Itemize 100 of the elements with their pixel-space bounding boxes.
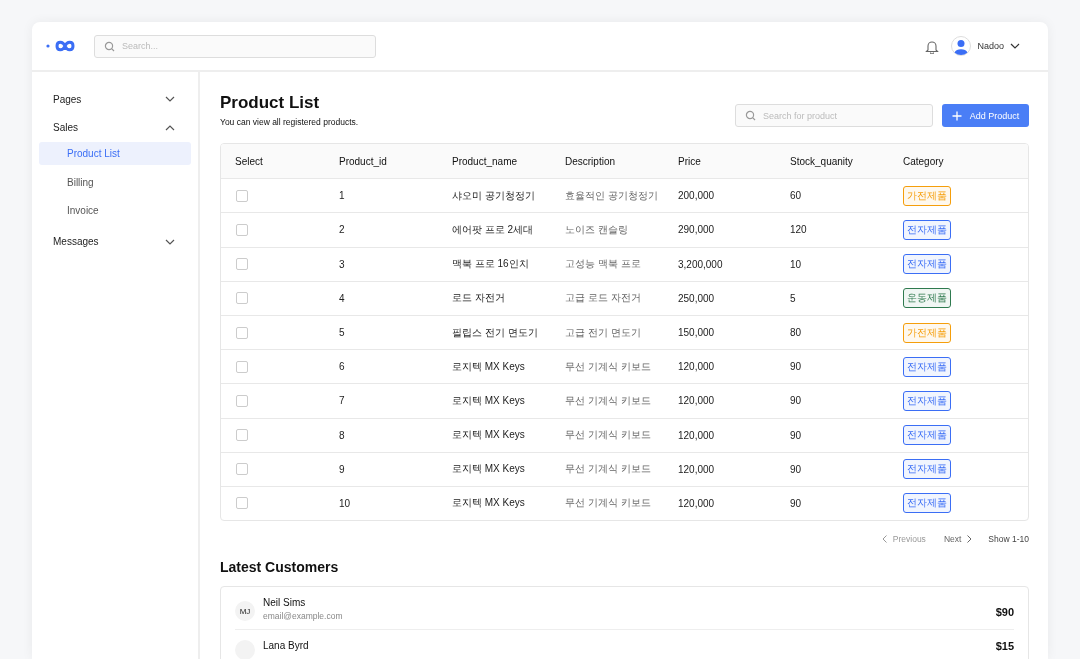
- table-cell: 90: [790, 395, 802, 407]
- column-header: Category: [902, 155, 945, 167]
- customer-email: email@example.com: [263, 611, 344, 622]
- table-cell: 무선 기계식 키보드: [565, 393, 651, 408]
- table-cell: 샤오미 공기청정기: [452, 188, 535, 203]
- table-cell: 노이즈 캔슬링: [565, 222, 628, 237]
- category-tag: 전자제품: [903, 493, 951, 514]
- table-cell: 고성능 맥북 프로: [565, 257, 641, 272]
- column-header: Price: [677, 155, 702, 167]
- column-header: Product_name: [451, 155, 519, 167]
- category-tag: 전자제품: [903, 219, 951, 240]
- table-cell: 맥북 프로 16인치: [452, 257, 529, 272]
- page-subtitle: You can view all registered products.: [220, 117, 360, 127]
- sidebar-subitem[interactable]: Product List: [39, 142, 191, 165]
- sidebar-item[interactable]: Sales: [39, 113, 191, 142]
- table-cell: 로지텍 MX Keys: [452, 462, 525, 477]
- category-tag: 전자제품: [903, 356, 951, 377]
- table-cell: 무선 기계식 키보드: [565, 428, 651, 443]
- sidebar-subitem[interactable]: Billing: [39, 170, 191, 194]
- table-cell: 7: [339, 395, 345, 407]
- table-cell: 고급 전기 면도기: [565, 325, 641, 340]
- table-cell: 필립스 전기 면도기: [452, 325, 538, 340]
- table-cell: 3: [339, 258, 345, 270]
- table-cell: 4: [339, 292, 345, 304]
- customer-name: Lana Byrd: [263, 640, 310, 652]
- section-title: Latest Customers: [220, 559, 340, 576]
- table-cell: 120,000: [678, 361, 715, 373]
- table-cell: 90: [790, 429, 802, 441]
- category-tag: 전자제품: [903, 459, 951, 480]
- table-cell: 60: [790, 190, 802, 202]
- category-tag: 운동제품: [903, 288, 951, 309]
- customer-name: Neil Sims: [263, 597, 307, 609]
- category-tag: 전자제품: [903, 425, 951, 446]
- avatar: MJ: [235, 601, 255, 622]
- table-cell: 5: [339, 327, 345, 339]
- table-cell: 6: [339, 361, 345, 373]
- table-cell: 90: [790, 361, 802, 373]
- table-cell: 9: [339, 463, 345, 475]
- table-cell: 로드 자전거: [452, 291, 505, 306]
- amount: $15: [995, 640, 1014, 653]
- checkbox[interactable]: [236, 326, 248, 339]
- category-tag: 가전제품: [903, 322, 951, 343]
- table-cell: 무선 기계식 키보드: [565, 462, 651, 477]
- checkbox[interactable]: [236, 463, 248, 476]
- chevron-down-icon: [1010, 43, 1020, 49]
- checkbox[interactable]: [236, 292, 248, 305]
- category-tag: 전자제품: [903, 254, 951, 275]
- avatar-icon: [951, 36, 972, 56]
- sidebar-item[interactable]: Messages: [39, 227, 191, 256]
- checkbox[interactable]: [236, 360, 248, 373]
- sidebar-subitem[interactable]: Invoice: [39, 199, 191, 222]
- page-title: Product List: [220, 92, 321, 114]
- table-cell: 90: [790, 497, 802, 509]
- plus-icon: [951, 110, 962, 121]
- checkbox[interactable]: [236, 429, 248, 442]
- table-cell: 로지텍 MX Keys: [452, 359, 525, 374]
- table-cell: 80: [790, 327, 802, 339]
- bell-icon: [925, 38, 940, 54]
- table-cell: 로지텍 MX Keys: [452, 428, 525, 443]
- table-cell: 120,000: [678, 429, 715, 441]
- table-cell: 로지텍 MX Keys: [452, 393, 525, 408]
- user-menu[interactable]: Nadoo: [951, 36, 1020, 56]
- table-cell: 1: [339, 190, 345, 202]
- page-range: Show 1-10: [988, 534, 1029, 545]
- table-cell: 290,000: [678, 224, 715, 236]
- checkbox[interactable]: [236, 189, 248, 202]
- table-cell: 150,000: [678, 327, 715, 339]
- table-cell: 10: [339, 497, 351, 509]
- column-header: Description: [564, 155, 617, 167]
- table-cell: 120,000: [678, 497, 715, 509]
- table-cell: 90: [790, 463, 802, 475]
- chevron-right-icon: [967, 535, 973, 544]
- checkbox[interactable]: [236, 497, 248, 510]
- table-cell: 120,000: [678, 463, 715, 475]
- table-cell: 5: [790, 292, 796, 304]
- amount: $90: [995, 606, 1014, 619]
- column-header: Select: [234, 155, 264, 167]
- table-cell: 250,000: [678, 292, 715, 304]
- table-cell: 로지텍 MX Keys: [452, 496, 525, 511]
- table-cell: 10: [790, 258, 802, 270]
- checkbox[interactable]: [236, 394, 248, 407]
- table-cell: 3,200,000: [678, 258, 723, 270]
- user-name: Nadoo: [977, 41, 1004, 51]
- table-cell: 120: [790, 224, 807, 236]
- table-cell: 효율적인 공기청정기: [565, 188, 658, 203]
- sidebar-item[interactable]: Pages: [39, 85, 191, 114]
- checkbox[interactable]: [236, 223, 248, 236]
- next-link[interactable]: Next: [943, 534, 973, 545]
- table-cell: 8: [339, 429, 345, 441]
- chevron-left-icon: [881, 535, 887, 544]
- table-cell: 고급 로드 자전거: [565, 291, 641, 306]
- table-cell: 무선 기계식 키보드: [565, 496, 651, 511]
- category-tag: 가전제품: [903, 185, 951, 206]
- add-product-button[interactable]: Add Product: [942, 104, 1029, 127]
- column-header: Product_id: [338, 155, 388, 167]
- checkbox[interactable]: [236, 258, 248, 271]
- table-cell: 200,000: [678, 190, 715, 202]
- table-cell: 에어팟 프로 2세대: [452, 222, 534, 237]
- category-tag: 전자제품: [903, 390, 951, 411]
- table-cell: 2: [339, 224, 345, 236]
